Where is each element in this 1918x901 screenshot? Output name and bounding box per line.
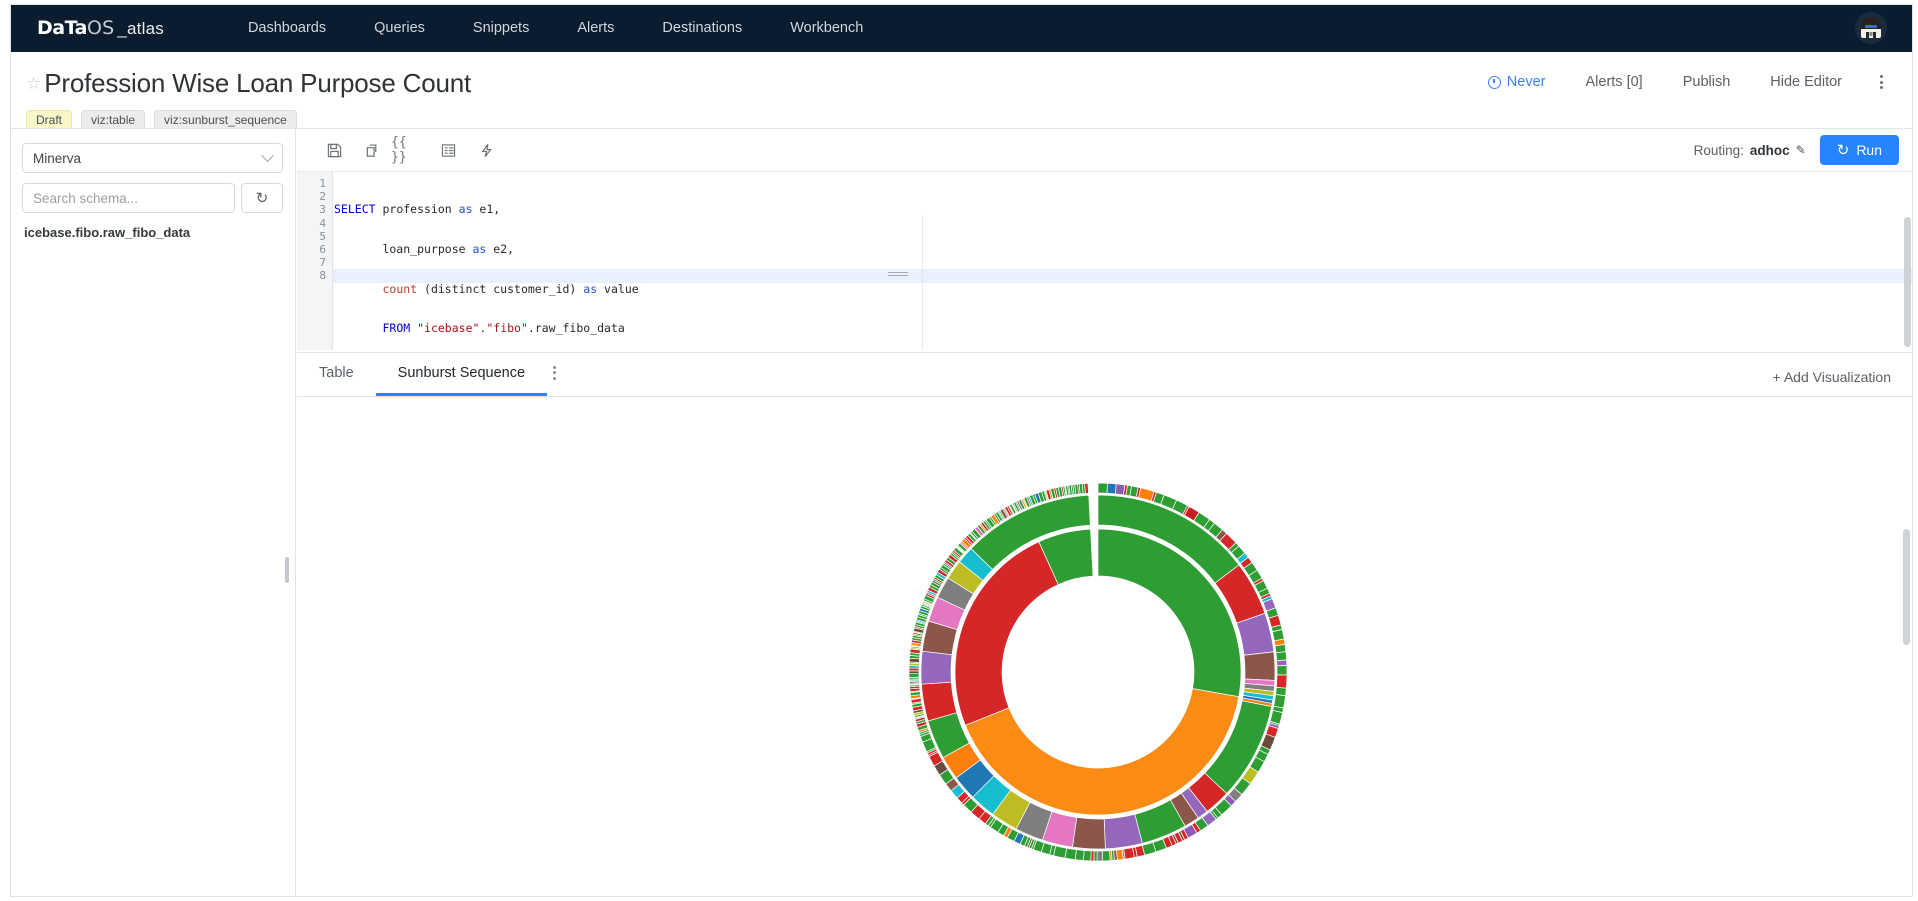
save-icon[interactable] [315, 135, 353, 165]
sunburst-leaf-slice[interactable] [1275, 674, 1288, 689]
editor-vertical-guide [922, 215, 923, 350]
line-number: 3 [319, 203, 326, 217]
line-number: 4 [319, 216, 326, 230]
schedule-label: Never [1506, 74, 1546, 90]
sunburst-leaf-slice[interactable] [1274, 643, 1287, 654]
clock-icon [1487, 75, 1501, 89]
sql-line: SELECT profession as e1, [334, 202, 501, 217]
editor-toolbar-right: Routing: adhoc ✎ ↻ Run [1694, 135, 1899, 165]
sunburst-leaf-slice[interactable] [1273, 694, 1286, 709]
page-header: ☆ Profession Wise Loan Purpose Count Dra… [10, 52, 1913, 132]
line-number-gutter: 1 2 3 4 5 6 7 8 [297, 172, 333, 350]
add-visualization-button[interactable]: + Add Visualization [1773, 369, 1891, 385]
run-refresh-icon: ↻ [1836, 142, 1850, 159]
routing-indicator[interactable]: Routing: adhoc ✎ [1694, 143, 1806, 158]
template-braces-icon[interactable]: {{ }} [391, 135, 429, 165]
sql-line: count (distinct customer_id) as value [382, 281, 639, 296]
brand-logo-bold: DaTa [37, 17, 87, 39]
sunburst-leaf-slice[interactable] [1083, 850, 1092, 862]
line-number: 5 [319, 229, 326, 243]
nav-items: Dashboards Queries Snippets Alerts Desti… [224, 20, 887, 36]
schedule-button[interactable]: Never [1468, 74, 1566, 90]
sunburst-leaf-slice[interactable] [1106, 483, 1117, 495]
line-number: 1 [319, 177, 326, 190]
sunburst-mid-slice[interactable] [1072, 817, 1106, 850]
results-vertical-scrollbar[interactable] [1903, 529, 1910, 645]
sql-line: loan_purpose as e2, [334, 242, 515, 257]
tab-sunburst-sequence[interactable]: Sunburst Sequence [375, 353, 548, 396]
line-number: 2 [319, 190, 326, 204]
lightning-icon[interactable] [467, 135, 505, 165]
sunburst-chart[interactable] [909, 483, 1299, 873]
line-number: 7 [319, 256, 326, 270]
datasource-select-value: Minerva [33, 150, 82, 166]
chevron-down-icon [261, 148, 274, 162]
visualization-tabs: Table Sunburst Sequence + Add Visualizat… [297, 353, 1913, 397]
sql-code-text[interactable]: SELECT profession as e1, loan_purpose as… [334, 177, 639, 350]
sunburst-leaf-slice[interactable] [1096, 850, 1104, 862]
copy-icon[interactable] [353, 135, 391, 165]
page-actions: Never Alerts [0] Publish Hide Editor [1468, 74, 1897, 90]
sunburst-leaf-slice[interactable] [1276, 659, 1288, 667]
schema-sidebar: Minerva ↻ icebase.fibo.raw_fibo_data [10, 129, 296, 897]
sunburst-leaf-slice[interactable] [1275, 651, 1287, 662]
top-navigation-bar: DaTa OS _atlas Dashboards Queries Snippe… [10, 4, 1913, 52]
schema-table-item[interactable]: icebase.fibo.raw_fibo_data [24, 225, 281, 240]
editor-toolbar: {{ }} Routing: adhoc ✎ ↻ Run [297, 129, 1913, 172]
sidebar-resize-handle[interactable] [285, 557, 289, 583]
sunburst-leaf-slice[interactable] [1276, 665, 1288, 676]
search-input[interactable] [22, 183, 235, 213]
schema-search-row: ↻ [22, 183, 283, 213]
nav-item-alerts[interactable]: Alerts [553, 20, 638, 36]
brand-logo-light: OS [86, 17, 115, 39]
datasource-select[interactable]: Minerva [22, 143, 283, 173]
routing-value: adhoc [1749, 142, 1790, 158]
workbench-page: DaTa OS _atlas Dashboards Queries Snippe… [0, 0, 1918, 901]
page-title: Profession Wise Loan Purpose Count [44, 68, 472, 98]
sql-code-area[interactable]: 1 2 3 4 5 6 7 8 SELECT profession as e1,… [297, 172, 1913, 350]
nav-item-destinations[interactable]: Destinations [638, 20, 766, 36]
results-pane: Table Sunburst Sequence + Add Visualizat… [297, 352, 1913, 897]
sunburst-leaf-slice[interactable] [1102, 850, 1111, 862]
publish-button[interactable]: Publish [1663, 74, 1751, 90]
edit-pencil-icon[interactable]: ✎ [1796, 143, 1806, 157]
sql-editor-pane: {{ }} Routing: adhoc ✎ ↻ Run 1 2 3 4 5 6… [297, 129, 1913, 351]
routing-label: Routing: [1693, 142, 1744, 158]
favorite-star-icon[interactable]: ☆ [26, 75, 41, 92]
sunburst-mid-slice[interactable] [920, 650, 953, 685]
chart-container [297, 397, 1913, 897]
brand-logo-suffix: _atlas [117, 19, 164, 38]
refresh-schema-icon[interactable]: ↻ [241, 183, 283, 213]
sunburst-leaf-slice[interactable] [909, 670, 920, 675]
tab-more-options-icon[interactable] [547, 365, 562, 380]
sunburst-leaf-slice[interactable] [1097, 483, 1108, 494]
nav-item-workbench[interactable]: Workbench [766, 20, 887, 36]
editor-vertical-scrollbar[interactable] [1904, 217, 1911, 347]
brand-logo[interactable]: DaTa OS _atlas [37, 17, 164, 39]
sql-line: FROM "icebase"."fibo".raw_fibo_data [382, 321, 625, 336]
hide-editor-button[interactable]: Hide Editor [1750, 74, 1862, 90]
alerts-button[interactable]: Alerts [0] [1565, 74, 1662, 90]
nav-item-queries[interactable]: Queries [350, 20, 449, 36]
avatar[interactable] [1855, 12, 1887, 44]
sunburst-leaf-slice[interactable] [1123, 847, 1135, 860]
page-title-row: ☆ Profession Wise Loan Purpose Count [26, 68, 471, 99]
sunburst-mid-slice[interactable] [1243, 651, 1276, 681]
nav-item-dashboards[interactable]: Dashboards [224, 20, 350, 36]
line-number: 6 [319, 243, 326, 257]
run-button[interactable]: ↻ Run [1819, 135, 1899, 165]
format-indent-icon[interactable] [429, 135, 467, 165]
line-number: 8 [319, 269, 326, 283]
editor-resize-handle[interactable] [888, 272, 908, 277]
run-button-label: Run [1856, 142, 1882, 158]
nav-item-snippets[interactable]: Snippets [449, 20, 553, 36]
sunburst-leaf-slice[interactable] [909, 673, 920, 678]
tab-table[interactable]: Table [297, 353, 376, 396]
more-options-icon[interactable] [1862, 75, 1897, 89]
